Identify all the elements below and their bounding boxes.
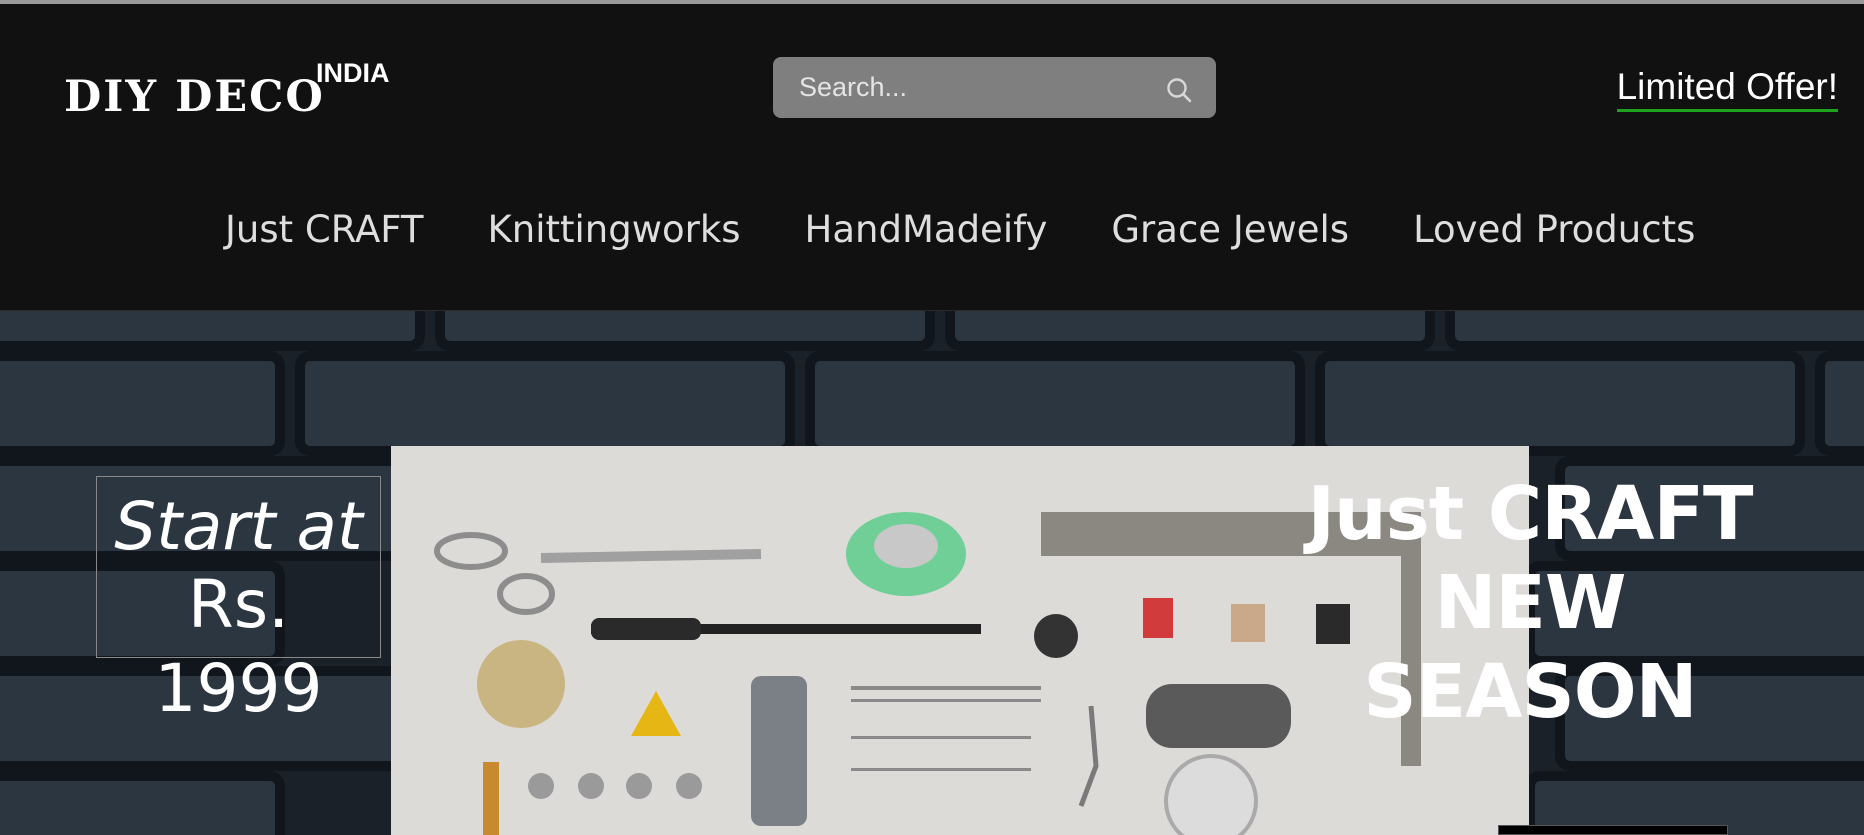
- nav-item-handmadeify[interactable]: HandMadeify: [805, 204, 1048, 256]
- price-callout-amount: Rs. 1999: [154, 566, 323, 727]
- nav-item-loved-products[interactable]: Loved Products: [1413, 204, 1695, 256]
- logo-superscript: INDIA: [316, 58, 390, 88]
- main-nav: Just CRAFT Knittingworks HandMadeify Gra…: [0, 204, 1864, 264]
- hero-headline: Just CRAFT NEW SEASON: [1300, 470, 1760, 737]
- hero-headline-line1: Just CRAFT: [1307, 471, 1754, 557]
- search-box: [773, 57, 1216, 118]
- search-input[interactable]: [799, 57, 1139, 118]
- nav-item-knittingworks[interactable]: Knittingworks: [488, 204, 741, 256]
- price-callout: Start at Rs. 1999: [96, 476, 381, 727]
- logo-main-text: DIY DECO: [64, 72, 325, 122]
- price-callout-label: Start at: [114, 488, 363, 565]
- nav-item-grace-jewels[interactable]: Grace Jewels: [1111, 204, 1349, 256]
- nav-item-just-craft[interactable]: Just CRAFT: [225, 204, 424, 256]
- search-icon[interactable]: [1165, 76, 1195, 106]
- limited-offer-link[interactable]: Limited Offer!: [1616, 66, 1838, 112]
- hero-headline-line2: NEW: [1434, 560, 1626, 646]
- shop-now-button[interactable]: [1498, 825, 1728, 835]
- hero-headline-line3: SEASON: [1363, 649, 1697, 735]
- site-header: DIY DECO INDIA Limited Offer! Just CRAFT…: [0, 4, 1864, 311]
